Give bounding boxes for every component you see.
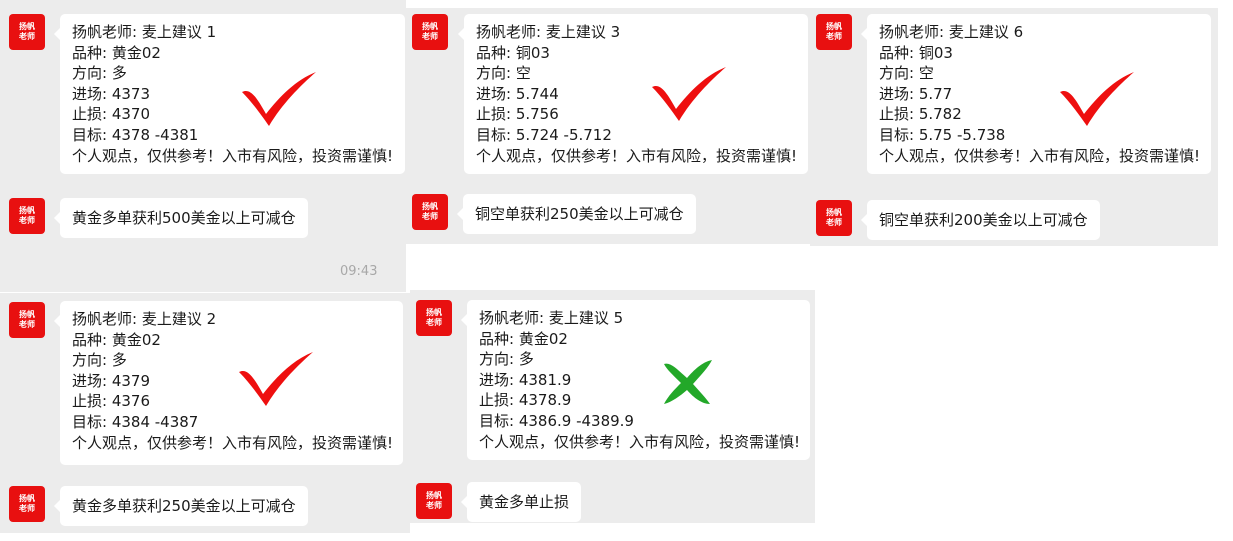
message-line: 目标: 4384 -4387 (72, 412, 199, 431)
message-line: 个人观点，仅供参考！入市有风险，投资需谨慎! (479, 432, 801, 451)
message-line: 扬帆老师: 麦上建议 3 (476, 23, 621, 41)
message-line: 品种: 铜03 (879, 43, 953, 62)
avatar[interactable]: 扬帆 老师 (9, 302, 45, 338)
message-line: 方向: 空 (476, 64, 531, 83)
avatar[interactable]: 扬帆 老师 (816, 200, 852, 236)
avatar[interactable]: 扬帆 老师 (816, 14, 852, 50)
reply-bubble: 铜空单获利250美金以上可减仓 (457, 194, 696, 234)
message-line: 品种: 黄金02 (72, 330, 161, 349)
message-line: 品种: 黄金02 (479, 329, 568, 348)
message-line: 扬帆老师: 麦上建议 2 (72, 310, 217, 328)
message-line: 止损: 4378.9 (479, 391, 572, 410)
message-line: 进场: 5.744 (476, 84, 559, 103)
avatar[interactable]: 扬帆 老师 (9, 486, 45, 522)
message-bubble: 扬帆老师: 麦上建议 5 品种: 黄金02 方向: 多 进场: 4381.9 止… (461, 300, 810, 460)
avatar[interactable]: 扬帆 老师 (416, 483, 452, 519)
message-line: 目标: 4378 -4381 (72, 125, 199, 144)
check-icon (652, 67, 726, 121)
reply-bubble: 黄金多单获利500美金以上可减仓 (54, 198, 308, 238)
message-line: 目标: 5.75 -5.738 (879, 125, 1006, 144)
reply-bubble: 黄金多单止损 (460, 482, 582, 522)
message-line: 目标: 5.724 -5.712 (476, 125, 612, 144)
message-line: 止损: 5.756 (476, 105, 559, 124)
check-icon (1060, 72, 1134, 126)
message-line: 个人观点，仅供参考！入市有风险，投资需谨慎! (476, 146, 798, 165)
message-line: 止损: 5.782 (879, 105, 962, 124)
cross-icon (664, 360, 712, 404)
message-line: 扬帆老师: 麦上建议 6 (879, 23, 1024, 41)
message-line: 个人观点，仅供参考！入市有风险，投资需谨慎! (879, 146, 1201, 165)
message-bubble: 扬帆老师: 麦上建议 1 品种: 黄金02 方向: 多 进场: 4373 止损:… (54, 14, 405, 174)
avatar[interactable]: 扬帆 老师 (9, 14, 45, 50)
avatar[interactable]: 扬帆 老师 (9, 198, 45, 234)
message-line: 止损: 4370 (72, 105, 150, 124)
check-icon (242, 72, 316, 126)
avatar[interactable]: 扬帆 老师 (416, 300, 452, 336)
check-icon (239, 352, 313, 406)
message-line: 方向: 多 (72, 64, 127, 83)
reply-bubble: 铜空单获利200美金以上可减仓 (861, 200, 1100, 240)
message-line: 扬帆老师: 麦上建议 1 (72, 23, 217, 41)
avatar[interactable]: 扬帆 老师 (412, 14, 448, 50)
message-line: 方向: 空 (879, 64, 934, 83)
message-line: 品种: 黄金02 (72, 43, 161, 62)
message-line: 进场: 4373 (72, 84, 150, 103)
message-line: 进场: 4381.9 (479, 370, 572, 389)
reply-bubble: 黄金多单获利250美金以上可减仓 (54, 486, 308, 526)
message-bubble: 扬帆老师: 麦上建议 3 品种: 铜03 方向: 空 进场: 5.744 止损:… (458, 14, 808, 174)
message-line: 个人观点，仅供参考！入市有风险，投资需谨慎! (72, 433, 394, 452)
message-line: 止损: 4376 (72, 392, 150, 411)
message-line: 方向: 多 (479, 350, 534, 369)
message-line: 进场: 5.77 (879, 84, 953, 103)
message-bubble: 扬帆老师: 麦上建议 2 品种: 黄金02 方向: 多 进场: 4379 止损:… (54, 301, 403, 465)
message-line: 目标: 4386.9 -4389.9 (479, 411, 634, 430)
message-line: 方向: 多 (72, 351, 127, 370)
message-line: 品种: 铜03 (476, 43, 550, 62)
timestamp: 09:43 (340, 264, 378, 279)
avatar[interactable]: 扬帆 老师 (412, 194, 448, 230)
message-line: 进场: 4379 (72, 371, 150, 390)
message-bubble: 扬帆老师: 麦上建议 6 品种: 铜03 方向: 空 进场: 5.77 止损: … (861, 14, 1211, 174)
message-line: 个人观点，仅供参考！入市有风险，投资需谨慎! (72, 146, 394, 165)
message-line: 扬帆老师: 麦上建议 5 (479, 309, 624, 327)
